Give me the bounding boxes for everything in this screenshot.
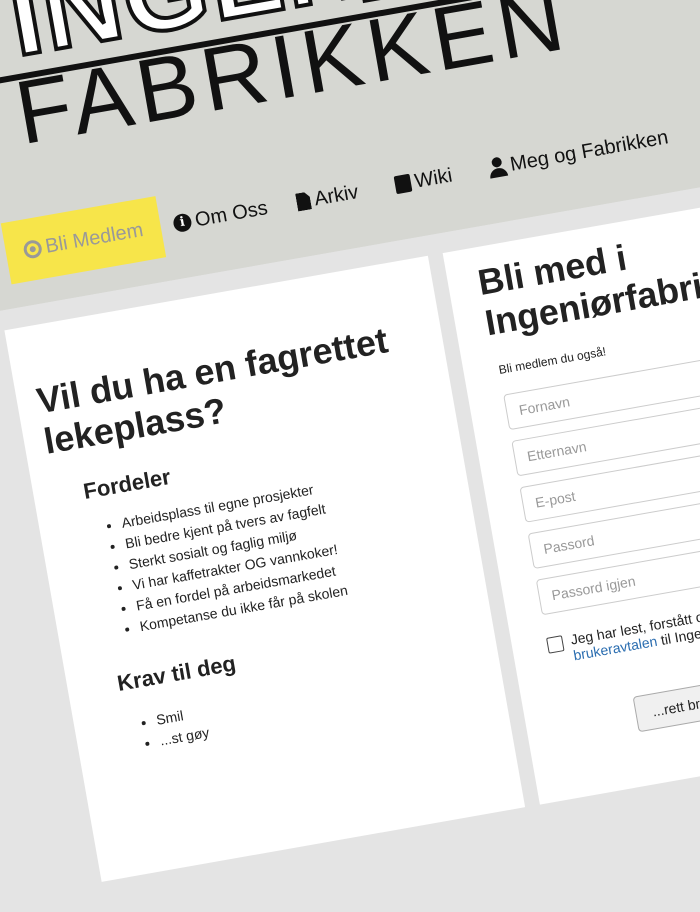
book-icon [393,173,413,195]
info-panel: Vil du ha en fagrettet lekeplass? Fordel… [4,255,526,882]
nav-item-om-oss[interactable]: i Om Oss [169,183,272,249]
requirements-list: Smil ...st gøy [133,701,211,755]
nav-item-label: Wiki [412,164,454,193]
signup-subtitle: Bli medlem du også! [497,344,608,378]
nav-item-label: Bli Medlem [43,218,145,258]
terms-text: Jeg har lest, forstått og godk brukeravt… [569,601,700,663]
create-user-button[interactable]: ...rett bruker [632,677,700,733]
terms-checkbox[interactable] [546,635,565,654]
benefits-heading: Fordeler [81,463,173,504]
target-icon [22,238,44,260]
nav-item-meg-og-fabrikken[interactable]: Meg og Fabrikken [484,113,672,194]
document-icon [295,191,312,211]
requirements-heading: Krav til deg [115,650,238,696]
nav-item-wiki[interactable]: Wiki [391,151,457,210]
info-icon: i [172,212,193,234]
benefits-list: Arbeidsplass til egne prosjekter Bli bed… [98,476,349,641]
page: INGENI FABRIKKEN m Bli Medlem i Om Oss A… [0,0,700,912]
nav-item-label: Arkiv [312,180,361,211]
nav-item-arkiv[interactable]: Arkiv [292,167,362,227]
nav-item-label: Om Oss [193,196,270,232]
page-title: Vil du ha en fagrettet lekeplass? [33,319,391,463]
nav-item-bli-medlem[interactable]: Bli Medlem [0,196,167,285]
user-icon [487,156,508,179]
nav-item-label: Meg og Fabrikken [508,126,670,176]
